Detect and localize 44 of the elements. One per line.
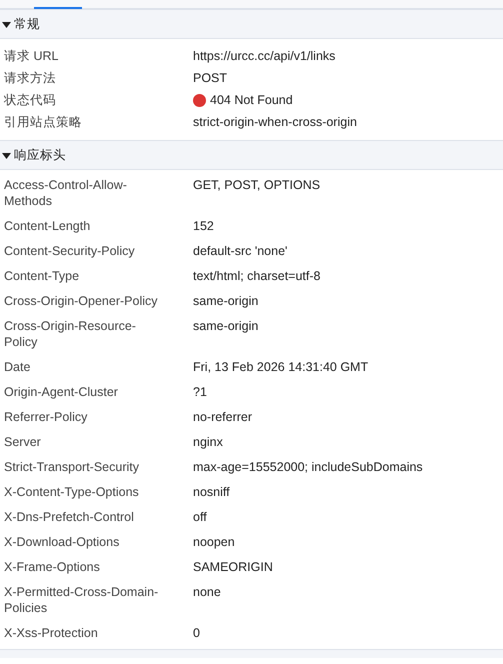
header-value: nosniff bbox=[193, 484, 230, 500]
header-name: Content-Security-Policy bbox=[4, 243, 136, 259]
header-name: Content-Type bbox=[4, 268, 80, 284]
header-name: X-Permitted-Cross-Domain-Policies bbox=[4, 584, 160, 616]
header-value: https://urcc.cc/api/v1/links bbox=[193, 48, 336, 64]
header-value: 404 Not Found bbox=[210, 92, 293, 108]
header-value: default-src 'none' bbox=[193, 243, 288, 259]
header-name: Origin-Agent-Cluster bbox=[4, 384, 119, 400]
header-name: 引用站点策略 bbox=[4, 114, 83, 130]
header-value: ?1 bbox=[193, 384, 207, 400]
header-name: Content-Length bbox=[4, 218, 92, 234]
header-value: noopen bbox=[193, 534, 235, 550]
header-name: Referrer-Policy bbox=[4, 409, 88, 425]
header-name: Date bbox=[4, 359, 32, 375]
header-name: Access-Control-Allow-Methods bbox=[4, 177, 128, 209]
header-value: POST bbox=[193, 70, 228, 86]
header-value: GET, POST, OPTIONS bbox=[193, 177, 320, 193]
header-value: Fri, 13 Feb 2026 14:31:40 GMT bbox=[193, 359, 368, 375]
header-value: same-origin bbox=[193, 293, 258, 309]
header-value: same-origin bbox=[193, 318, 258, 334]
header-name: X-Xss-Protection bbox=[4, 625, 99, 641]
header-name: 请求方法 bbox=[4, 70, 57, 86]
header-value: max-age=15552000; includeSubDomains bbox=[193, 459, 423, 475]
section-title[interactable]: 常规 bbox=[14, 16, 40, 32]
header-name: Cross-Origin-Resource-Policy bbox=[4, 318, 137, 350]
header-name: Cross-Origin-Opener-Policy bbox=[4, 293, 159, 309]
header-name: X-Dns-Prefetch-Control bbox=[4, 509, 135, 525]
header-value: none bbox=[193, 584, 221, 600]
header-value: off bbox=[193, 509, 207, 525]
header-value: no-referrer bbox=[193, 409, 252, 425]
header-value: text/html; charset=utf-8 bbox=[193, 268, 320, 284]
header-value: nginx bbox=[193, 434, 223, 450]
header-name: X-Frame-Options bbox=[4, 559, 101, 575]
header-name: X-Content-Type-Options bbox=[4, 484, 140, 500]
header-name: Strict-Transport-Security bbox=[4, 459, 140, 475]
header-name: 请求 URL bbox=[4, 48, 60, 64]
section-title[interactable]: 响应标头 bbox=[14, 146, 66, 164]
header-name: X-Download-Options bbox=[4, 534, 120, 550]
header-value: strict-origin-when-cross-origin bbox=[193, 114, 357, 130]
header-value: 0 bbox=[193, 625, 200, 641]
header-name: Server bbox=[4, 434, 42, 450]
header-name: 状态代码 bbox=[4, 92, 57, 108]
header-value: SAMEORIGIN bbox=[193, 559, 273, 575]
header-value: 152 bbox=[193, 218, 214, 234]
